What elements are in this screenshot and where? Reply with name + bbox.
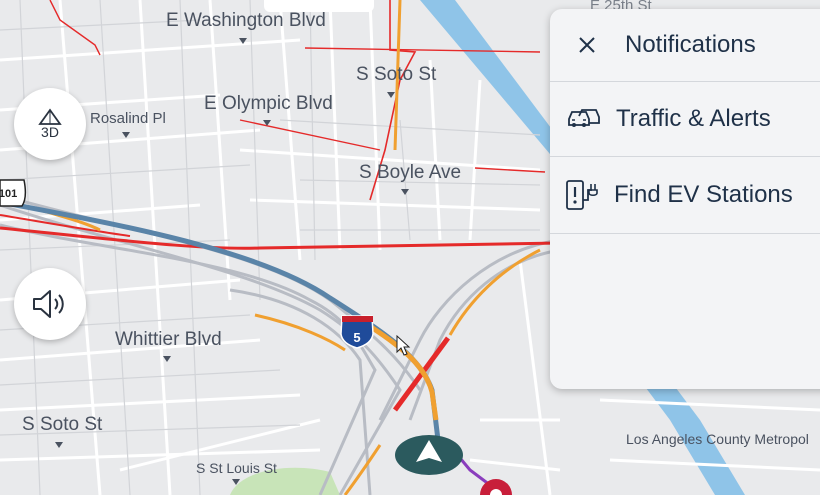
street-label-rosalind: Rosalind Pl bbox=[90, 110, 166, 127]
ev-charger-icon bbox=[566, 180, 598, 210]
street-label-s-boyle: S Boyle Ave bbox=[359, 162, 462, 183]
view-3d-label: 3D bbox=[41, 124, 59, 140]
menu-item-label: Find EV Stations bbox=[614, 181, 793, 208]
speaker-volume-icon bbox=[33, 290, 64, 318]
us-route-shield: 101 bbox=[0, 179, 27, 207]
traffic-cars-icon bbox=[568, 109, 600, 127]
street-label-e-washington: E Washington Blvd bbox=[166, 10, 326, 31]
vehicle-position-icon bbox=[395, 435, 463, 475]
panel-header: Notifications bbox=[550, 9, 820, 82]
street-label-e-olympic: E Olympic Blvd bbox=[204, 93, 333, 114]
menu-item-label: Traffic & Alerts bbox=[616, 105, 771, 132]
us-route-number: 101 bbox=[0, 188, 17, 200]
interstate-shield: 5 bbox=[340, 315, 374, 349]
menu-item-traffic-alerts[interactable]: Traffic & Alerts bbox=[550, 82, 820, 157]
street-label-whittier: Whittier Blvd bbox=[115, 329, 222, 350]
poi-label-la-county-metro: Los Angeles County Metropol bbox=[626, 431, 809, 447]
menu-item-find-ev-stations[interactable]: Find EV Stations bbox=[550, 157, 820, 234]
street-label-s-soto-bottom: S Soto St bbox=[22, 414, 103, 435]
view-3d-button[interactable]: 3D bbox=[14, 88, 86, 160]
street-label-s-soto-top: S Soto St bbox=[356, 64, 437, 85]
panel-title: Notifications bbox=[625, 31, 756, 58]
close-icon[interactable] bbox=[577, 35, 597, 55]
street-label-s-st-louis: S St Louis St bbox=[196, 460, 277, 476]
interstate-number: 5 bbox=[353, 330, 360, 345]
notifications-panel: Notifications Traffic & Alerts Find EV S… bbox=[550, 9, 820, 389]
volume-button[interactable] bbox=[14, 268, 86, 340]
